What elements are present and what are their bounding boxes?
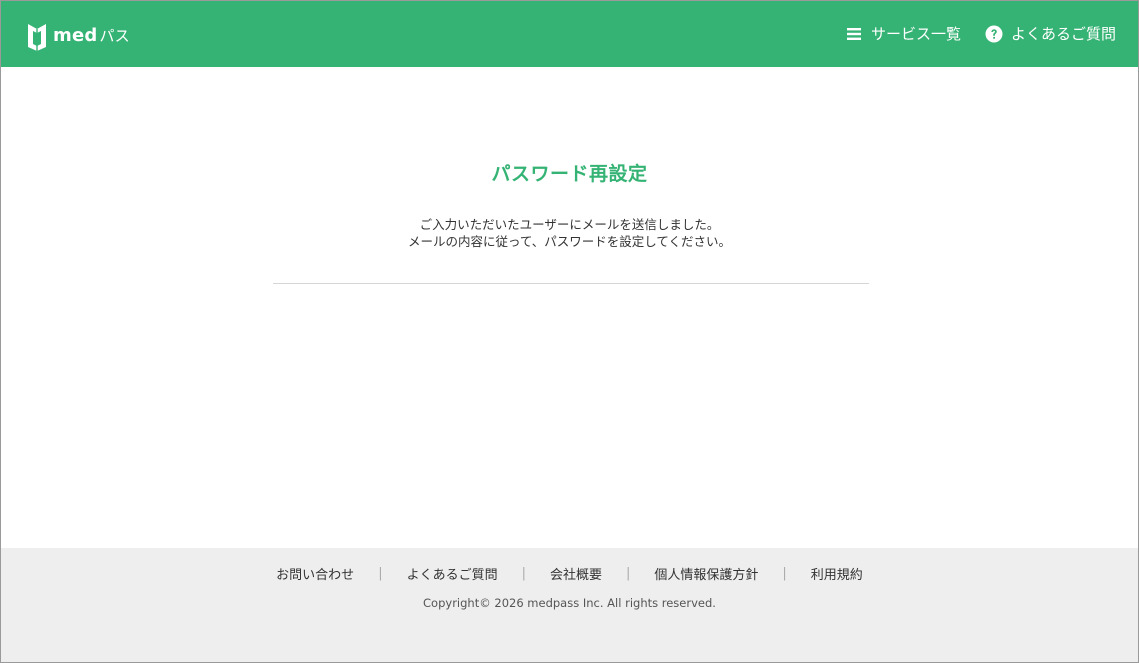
question-circle-icon — [985, 25, 1003, 42]
site-header: med パス サービス一覧 よくあるご質問 — [1, 1, 1138, 67]
footer-links: お問い合わせ | よくあるご質問 | 会社概要 | 個人情報保護方針 | 利用規… — [1, 564, 1138, 583]
footer-separator: | — [626, 566, 631, 581]
nav-service-list-label: サービス一覧 — [870, 25, 961, 43]
footer-separator: | — [521, 566, 526, 581]
site-footer: お問い合わせ | よくあるご質問 | 会社概要 | 個人情報保護方針 | 利用規… — [1, 548, 1138, 662]
footer-link-privacy[interactable]: 個人情報保護方針 — [654, 564, 758, 583]
divider — [273, 283, 869, 284]
footer-link-company[interactable]: 会社概要 — [550, 564, 602, 583]
page-title: パスワード再設定 — [491, 163, 648, 185]
footer-separator: | — [782, 566, 787, 581]
logo-text: med パス — [53, 20, 130, 52]
copyright: Copyright© 2026 medpass Inc. All rights … — [423, 596, 716, 610]
confirmation-message: ご入力いただいたユーザーにメールを送信しました。 メールの内容に従って、パスワー… — [1, 216, 1138, 250]
footer-separator: | — [378, 566, 383, 581]
message-line-1: ご入力いただいたユーザーにメールを送信しました。 — [419, 217, 720, 232]
nav-faq[interactable]: よくあるご質問 — [985, 23, 1116, 44]
menu-icon — [846, 27, 861, 40]
nav-service-list[interactable]: サービス一覧 — [845, 23, 961, 44]
message-line-2: メールの内容に従って、パスワードを設定してください。 — [407, 234, 731, 249]
logo-brand: med — [53, 25, 98, 46]
page-frame: med パス サービス一覧 よくあるご質問 パスワード再設定 ご入力いただいたユ… — [0, 0, 1139, 663]
logo[interactable]: med パス — [25, 20, 130, 52]
main-content: パスワード再設定 ご入力いただいたユーザーにメールを送信しました。 メールの内容… — [1, 67, 1138, 548]
footer-link-terms[interactable]: 利用規約 — [811, 564, 863, 583]
logo-mark-icon — [28, 24, 46, 51]
nav-faq-label: よくあるご質問 — [1010, 25, 1116, 43]
footer-link-faq[interactable]: よくあるご質問 — [407, 564, 498, 583]
footer-link-contact[interactable]: お問い合わせ — [276, 564, 354, 583]
logo-kana: パス — [99, 27, 130, 45]
header-nav: サービス一覧 よくあるご質問 — [845, 23, 1116, 44]
